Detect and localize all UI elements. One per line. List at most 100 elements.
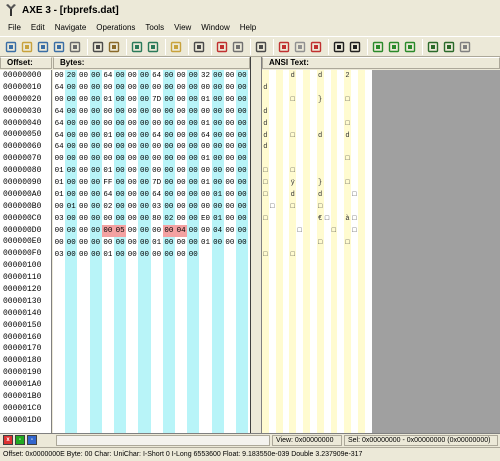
byte-cell[interactable]: 00 xyxy=(114,94,126,106)
byte-cell[interactable]: 00 xyxy=(77,141,89,153)
byte-cell[interactable]: 00 xyxy=(175,70,187,82)
byte-cell[interactable]: 00 xyxy=(175,237,187,249)
ansi-char[interactable]: } xyxy=(317,177,324,189)
byte-cell[interactable]: 00 xyxy=(163,165,175,177)
byte-cell[interactable]: 00 xyxy=(187,201,199,213)
ansi-char[interactable]: d xyxy=(262,141,269,153)
byte-cell[interactable]: 00 xyxy=(175,82,187,94)
byte-cell[interactable]: 00 xyxy=(224,118,236,130)
menu-window[interactable]: Window xyxy=(196,23,234,32)
byte-cell[interactable]: 64 xyxy=(53,141,65,153)
byte-cell[interactable]: 00 xyxy=(187,237,199,249)
byte-cell[interactable]: 00 xyxy=(65,249,77,261)
byte-cell[interactable]: 00 xyxy=(138,249,150,261)
byte-cell[interactable]: 00 xyxy=(126,130,138,142)
byte-cell[interactable]: FF xyxy=(102,177,114,189)
byte-cell[interactable]: 00 xyxy=(187,249,199,261)
byte-cell[interactable]: 00 xyxy=(187,165,199,177)
byte-cell[interactable]: 00 xyxy=(163,94,175,106)
byte-cell[interactable]: 00 xyxy=(236,237,248,249)
byte-cell[interactable]: 05 xyxy=(114,224,127,237)
byte-cell[interactable]: 00 xyxy=(77,94,89,106)
byte-cell[interactable]: 01 xyxy=(199,118,211,130)
byte-cell[interactable]: 00 xyxy=(199,141,211,153)
byte-cell[interactable]: 00 xyxy=(212,118,224,130)
ansi-char[interactable]: □ xyxy=(269,201,276,213)
byte-cell[interactable]: 00 xyxy=(126,165,138,177)
byte-cell[interactable]: 00 xyxy=(138,201,150,213)
byte-cell[interactable]: 00 xyxy=(114,130,126,142)
byte-cell[interactable]: 00 xyxy=(114,141,126,153)
byte-cell[interactable]: 00 xyxy=(126,189,138,201)
byte-cell[interactable]: 00 xyxy=(212,237,224,249)
calculator-icon[interactable] xyxy=(130,40,144,54)
bookmark-red-icon[interactable] xyxy=(215,40,229,54)
byte-cell[interactable]: 00 xyxy=(151,141,163,153)
byte-cell[interactable]: 00 xyxy=(53,225,65,237)
byte-cell[interactable]: 00 xyxy=(114,118,126,130)
byte-cell[interactable]: 00 xyxy=(175,118,187,130)
byte-cell[interactable]: 00 xyxy=(138,213,150,225)
ansi-char[interactable]: □ xyxy=(351,213,358,225)
menu-operations[interactable]: Operations xyxy=(91,23,140,32)
byte-cell[interactable]: 00 xyxy=(187,106,199,118)
byte-cell[interactable]: 7D xyxy=(151,94,163,106)
byte-cell[interactable]: 00 xyxy=(65,213,77,225)
byte-cell[interactable]: 00 xyxy=(138,177,150,189)
byte-cell[interactable]: 00 xyxy=(175,201,187,213)
byte-cell[interactable]: 01 xyxy=(53,165,65,177)
byte-cell[interactable]: 00 xyxy=(163,70,175,82)
save-all-icon[interactable] xyxy=(52,40,66,54)
byte-cell[interactable]: 00 xyxy=(187,153,199,165)
byte-cell[interactable]: 00 xyxy=(90,189,102,201)
byte-cell[interactable]: 00 xyxy=(65,130,77,142)
byte-cell[interactable]: 64 xyxy=(151,189,163,201)
byte-cell[interactable]: 00 xyxy=(65,94,77,106)
byte-cell[interactable]: 00 xyxy=(236,94,248,106)
ansi-char[interactable]: □ xyxy=(289,165,296,177)
ansi-char[interactable]: □ xyxy=(262,165,269,177)
collapse-icon[interactable] xyxy=(387,40,401,54)
ansi-char[interactable]: □ xyxy=(317,201,324,213)
byte-cell[interactable]: 00 xyxy=(90,225,102,237)
byte-cell[interactable]: 00 xyxy=(212,106,224,118)
byte-cell[interactable]: 00 xyxy=(90,130,102,142)
ansi-char[interactable]: € xyxy=(317,213,324,225)
byte-cell[interactable]: 01 xyxy=(199,177,211,189)
byte-cell[interactable]: 01 xyxy=(65,201,77,213)
byte-cell[interactable]: 00 xyxy=(175,94,187,106)
byte-cell[interactable]: 00 xyxy=(126,201,138,213)
byte-cell[interactable]: 00 xyxy=(236,201,248,213)
byte-cell[interactable]: 00 xyxy=(126,70,138,82)
byte-cell[interactable]: 01 xyxy=(102,130,114,142)
byte-cell[interactable]: 64 xyxy=(53,106,65,118)
byte-cell[interactable]: 01 xyxy=(199,94,211,106)
ansi-char[interactable]: d xyxy=(317,130,324,142)
byte-cell[interactable]: 64 xyxy=(102,189,114,201)
byte-cell[interactable]: 00 xyxy=(212,153,224,165)
byte-cell[interactable]: 00 xyxy=(224,153,236,165)
byte-cell[interactable]: 00 xyxy=(102,106,114,118)
byte-cell[interactable]: 64 xyxy=(151,130,163,142)
byte-cell[interactable]: 01 xyxy=(53,177,65,189)
ansi-char[interactable]: □ xyxy=(351,189,358,201)
ansi-char[interactable]: ÿ xyxy=(289,177,296,189)
byte-cell[interactable]: 00 xyxy=(224,94,236,106)
byte-cell[interactable]: 00 xyxy=(187,118,199,130)
byte-cell[interactable]: 00 xyxy=(187,213,199,225)
byte-cell[interactable]: 00 xyxy=(151,153,163,165)
byte-cell[interactable]: 00 xyxy=(126,118,138,130)
byte-cell[interactable]: 00 xyxy=(138,189,150,201)
byte-cell[interactable]: 20 xyxy=(65,70,77,82)
byte-cell[interactable]: 00 xyxy=(90,165,102,177)
byte-cell[interactable]: 00 xyxy=(114,177,126,189)
goto-icon[interactable] xyxy=(192,40,206,54)
byte-cell[interactable]: 00 xyxy=(126,237,138,249)
ansi-char[interactable]: d xyxy=(289,189,296,201)
grid-icon[interactable] xyxy=(146,40,160,54)
byte-cell[interactable]: 00 xyxy=(138,106,150,118)
byte-cell[interactable]: 00 xyxy=(65,118,77,130)
byte-cell[interactable]: 00 xyxy=(175,141,187,153)
byte-cell[interactable]: 00 xyxy=(90,201,102,213)
next-icon[interactable] xyxy=(348,40,362,54)
